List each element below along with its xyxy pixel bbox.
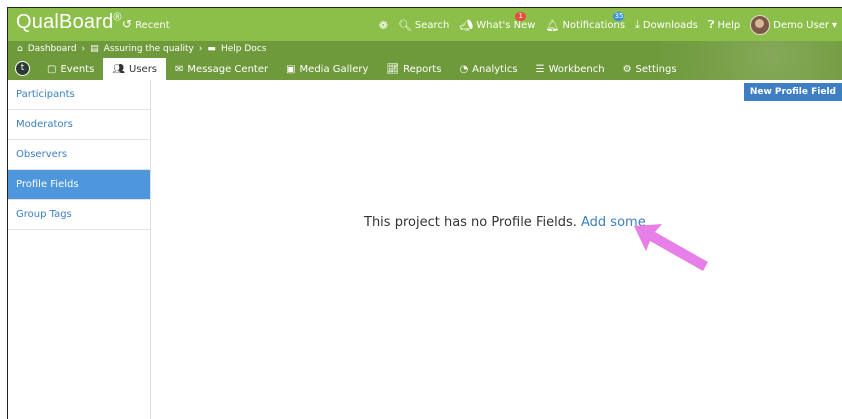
recent-button[interactable]: ↺ Recent — [122, 17, 170, 31]
tab-media-gallery[interactable]: ▣ Media Gallery — [277, 58, 377, 80]
question-icon: ❓︎ — [707, 18, 715, 31]
envelope-icon: ✉ — [175, 63, 184, 75]
gallery-icon: ▣ — [286, 63, 296, 75]
app-frame: QualBoard® ↺ Recent ❁ 🔍︎ Search 📣︎ What's N… — [7, 7, 842, 419]
sidebar-item-moderators[interactable]: Moderators — [8, 110, 150, 140]
pie-chart-icon: ◔ — [459, 63, 469, 75]
new-profile-field-button[interactable]: New Profile Field — [743, 83, 842, 101]
avatar — [750, 15, 771, 35]
top-bar: QualBoard® ↺ Recent ❁ 🔍︎ Search 📣︎ What's N… — [8, 8, 842, 41]
folder-icon: ▬ — [207, 44, 216, 54]
sidebar: Participants Moderators Observers Profil… — [8, 80, 151, 419]
bell-icon: 🔔︎ — [545, 18, 560, 32]
annotation-arrow-icon — [634, 224, 708, 271]
sidebar-item-group-tags[interactable]: Group Tags — [8, 200, 150, 230]
chevron-down-icon: ▾ — [831, 19, 837, 31]
chart-icon: 📈︎ — [386, 63, 400, 75]
tab-workbench[interactable]: ☰ Workbench — [527, 58, 614, 80]
sidebar-item-observers[interactable]: Observers — [8, 140, 150, 170]
empty-state-message: This project has no Profile Fields. Add … — [364, 215, 646, 230]
history-icon: ↺ — [122, 17, 133, 31]
flower-icon: ❁ — [378, 18, 388, 32]
breadcrumb-item-dashboard[interactable]: Dashboard — [28, 44, 77, 54]
tab-analytics[interactable]: ◔ Analytics — [450, 58, 526, 80]
users-icon: 👥︎ — [112, 63, 126, 75]
notifications-button[interactable]: 🔔︎ Notifications 35 — [545, 11, 625, 32]
megaphone-icon: 📣︎ — [459, 18, 474, 32]
breadcrumb-item-project[interactable]: Assuring the quality — [104, 44, 194, 54]
notifications-badge: 35 — [613, 11, 625, 21]
calendar-icon: ▢ — [47, 63, 57, 75]
empty-state-text: This project has no Profile Fields. — [364, 215, 577, 230]
help-button[interactable]: ❓︎ Help — [708, 18, 740, 32]
whats-new-button[interactable]: 📣︎ What's New 1 — [459, 11, 535, 32]
project-icon[interactable]: t — [15, 61, 30, 76]
breadcrumb-item-folder[interactable]: Help Docs — [221, 44, 266, 54]
top-actions: ❁ 🔍︎ Search 📣︎ What's New 1 🔔︎ Notifications… — [379, 11, 837, 35]
tab-settings[interactable]: ⚙ Settings — [614, 58, 686, 80]
downloads-button[interactable]: ⤓ Downloads — [635, 18, 698, 32]
user-menu[interactable]: Demo User ▾ — [750, 15, 837, 35]
tab-reports[interactable]: 📈︎ Reports — [377, 58, 450, 80]
search-icon: 🔍︎ — [397, 18, 412, 32]
tab-events[interactable]: ▢ Events — [38, 58, 103, 80]
list-icon: ☰ — [535, 63, 545, 75]
gear-icon: ⚙ — [622, 63, 632, 75]
flower-icon-button[interactable]: ❁ — [379, 19, 388, 32]
tab-users[interactable]: 👥︎ Users — [103, 58, 167, 80]
search-button[interactable]: 🔍︎ Search — [398, 19, 449, 32]
main-nav: t ▢ Events 👥︎ Users ✉ Message Center ▣ Media… — [8, 41, 842, 80]
download-icon: ⤓ — [635, 18, 640, 31]
chevron-right-icon: › — [198, 44, 203, 54]
sidebar-item-profile-fields[interactable]: Profile Fields — [8, 170, 150, 200]
sidebar-item-participants[interactable]: Participants — [8, 80, 150, 110]
chevron-right-icon: › — [81, 44, 86, 54]
clipboard-icon: ▤ — [90, 44, 99, 54]
brand-logo[interactable]: QualBoard® — [16, 11, 122, 34]
home-icon: ⌂ — [17, 44, 23, 54]
tab-message-center[interactable]: ✉ Message Center — [166, 58, 277, 80]
whats-new-badge: 1 — [515, 11, 527, 21]
